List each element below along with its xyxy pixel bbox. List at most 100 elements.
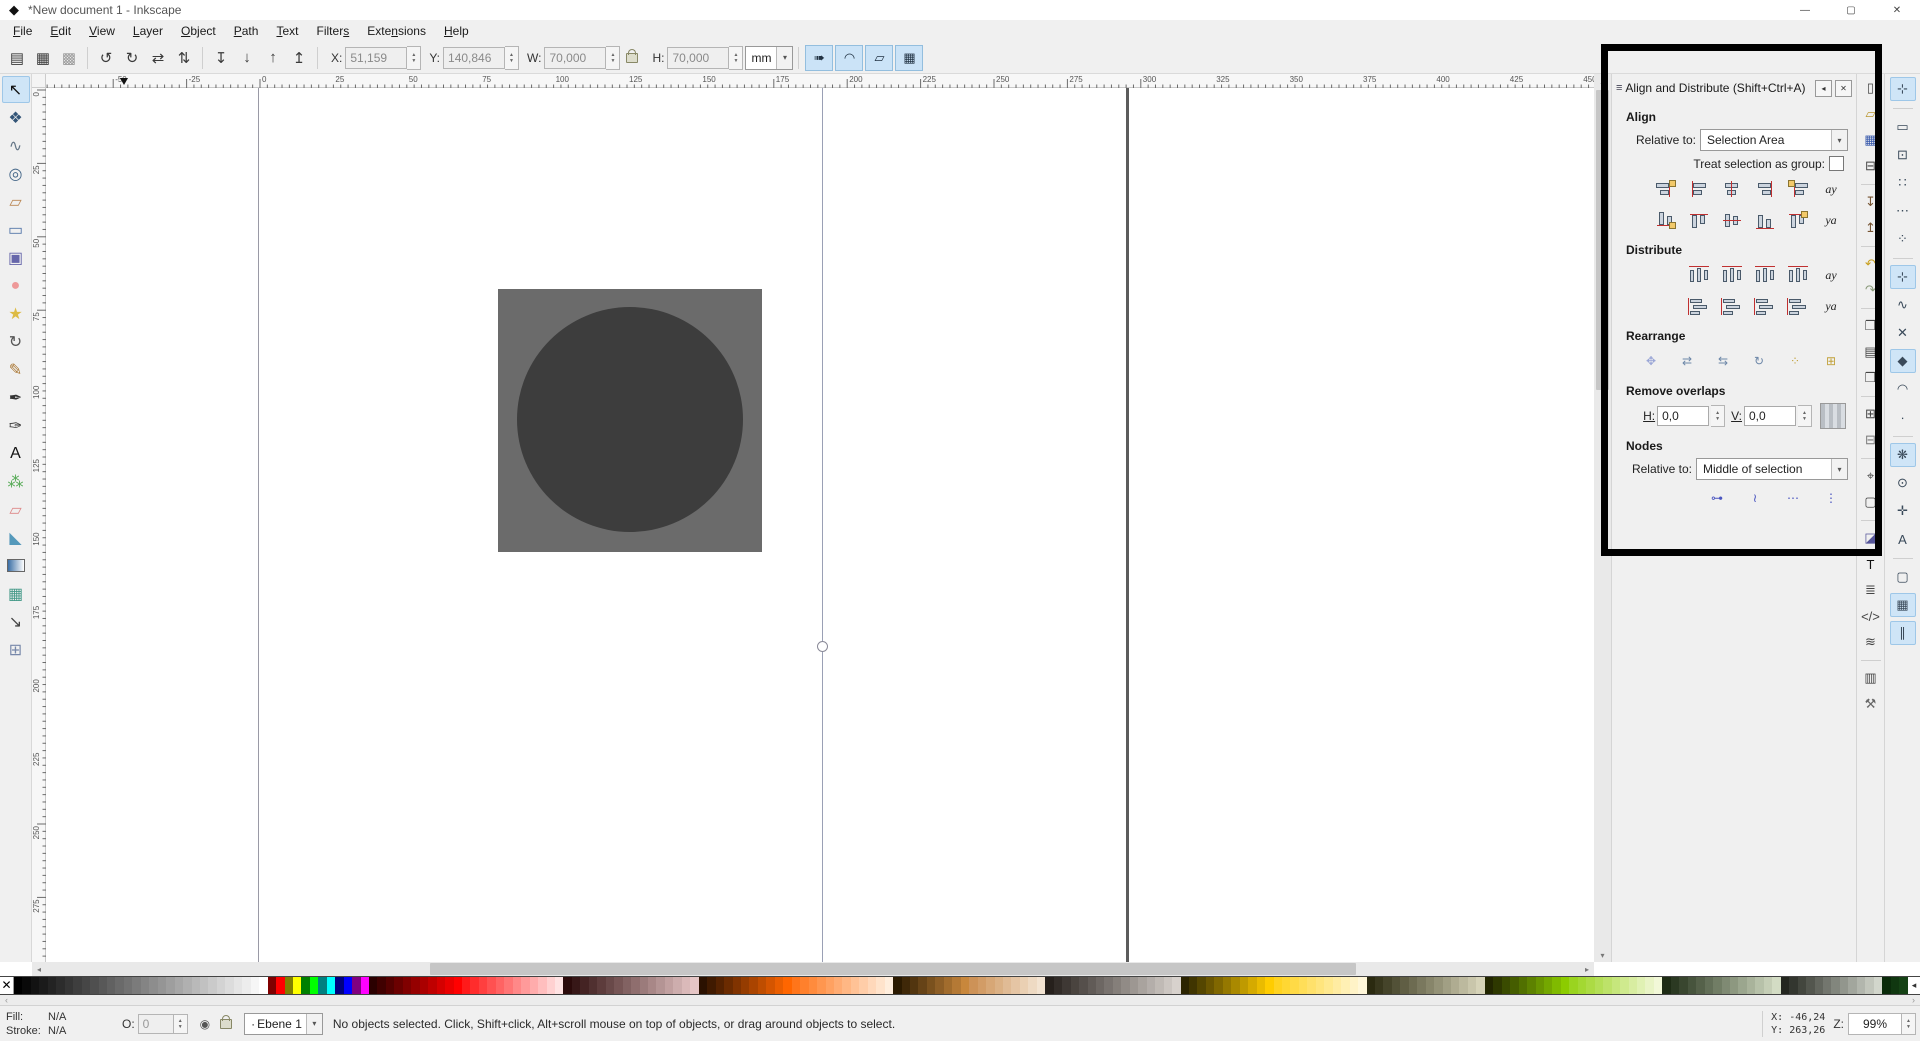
overlaps-v-spinner[interactable] — [1798, 405, 1812, 427]
palette-swatch[interactable] — [1053, 977, 1063, 994]
menu-view[interactable]: View — [80, 21, 124, 41]
align-bottom-to-top-anchor[interactable] — [1651, 207, 1681, 233]
align-left-to-right-anchor[interactable] — [1783, 176, 1813, 202]
rectangle-tool[interactable]: ▭ — [2, 216, 30, 243]
palette-swatch[interactable] — [436, 977, 446, 994]
palette-swatch[interactable] — [1222, 977, 1232, 994]
palette-swatch[interactable] — [833, 977, 843, 994]
palette-swatch[interactable] — [242, 977, 251, 994]
horizontal-ruler[interactable]: -50-250255075100125150175200225250275300… — [46, 74, 1597, 88]
palette-swatch[interactable] — [428, 977, 437, 994]
calligraphy-tool[interactable]: ✑ — [2, 412, 30, 439]
palette-swatch[interactable] — [1265, 977, 1274, 994]
connector-tool[interactable]: ⊞ — [2, 636, 30, 663]
palette-swatch[interactable] — [166, 977, 175, 994]
palette-swatch[interactable] — [309, 977, 319, 994]
raise-icon[interactable]: ↑ — [260, 45, 286, 71]
flip-horizontal-icon[interactable]: ⇄ — [145, 45, 171, 71]
zoom-spinner[interactable] — [1902, 1012, 1916, 1035]
palette-swatch[interactable] — [1146, 977, 1156, 994]
palette-swatch[interactable] — [1205, 977, 1215, 994]
palette-swatch[interactable] — [1789, 977, 1798, 994]
palette-swatch[interactable] — [1451, 977, 1460, 994]
palette-swatch[interactable] — [1628, 977, 1637, 994]
palette-swatch[interactable] — [1679, 977, 1688, 994]
snap-cusp-nodes-icon[interactable]: ◆ — [1889, 349, 1916, 373]
palette-swatch[interactable] — [529, 977, 539, 994]
palette-swatch[interactable] — [470, 977, 479, 994]
save-icon[interactable]: ▦ — [1860, 129, 1882, 151]
palette-swatch[interactable] — [1062, 977, 1071, 994]
stroke-value[interactable]: N/A — [48, 1024, 108, 1038]
palette-swatch[interactable] — [1019, 977, 1029, 994]
palette-swatch[interactable] — [1180, 977, 1189, 994]
palette-swatch[interactable] — [1096, 977, 1105, 994]
palette-swatch[interactable] — [1332, 977, 1342, 994]
menu-filters[interactable]: Filters — [307, 21, 358, 41]
print-icon[interactable]: ⊟ — [1860, 155, 1882, 177]
menu-extensions[interactable]: Extensions — [358, 21, 435, 41]
palette-swatch[interactable] — [1577, 977, 1587, 994]
palette-swatch[interactable] — [1129, 977, 1139, 994]
palette-swatch[interactable] — [766, 977, 775, 994]
maximize-button[interactable]: ▢ — [1828, 0, 1874, 20]
text-anchor-vertical[interactable]: ya — [1816, 207, 1846, 233]
palette-swatch[interactable] — [343, 977, 353, 994]
layers-icon[interactable]: ≣ — [1860, 579, 1882, 601]
distribute-vertical-gaps[interactable] — [1783, 293, 1813, 319]
palette-swatch[interactable] — [910, 977, 919, 994]
open-document-icon[interactable]: ▱ — [1860, 103, 1882, 125]
palette-swatch[interactable] — [1273, 977, 1282, 994]
palette-swatch[interactable] — [73, 977, 82, 994]
snap-page-border-icon[interactable]: ▢ — [1890, 565, 1916, 589]
palette-swatch[interactable] — [1341, 977, 1350, 994]
palette-swatch[interactable] — [1814, 977, 1823, 994]
palette-swatch[interactable] — [1298, 977, 1308, 994]
palette-swatch[interactable] — [647, 977, 657, 994]
lock-ratio-icon[interactable] — [626, 48, 639, 63]
palette-swatch[interactable] — [267, 977, 277, 994]
palette-swatch[interactable] — [1527, 977, 1536, 994]
palette-swatch[interactable] — [783, 977, 792, 994]
palette-swatch[interactable] — [555, 977, 564, 994]
palette-swatch[interactable] — [1028, 977, 1037, 994]
palette-swatch[interactable] — [1653, 977, 1663, 994]
palette-swatch[interactable] — [1155, 977, 1164, 994]
palette-swatch[interactable] — [487, 977, 496, 994]
palette-swatch[interactable] — [1045, 977, 1054, 994]
x-field[interactable]: 51,159 — [345, 46, 408, 69]
palette-swatch[interactable] — [588, 977, 598, 994]
overlaps-h-spinner[interactable] — [1711, 405, 1726, 427]
palette-swatch[interactable] — [1645, 977, 1654, 994]
align-top-edges[interactable] — [1684, 207, 1714, 233]
palette-swatch[interactable] — [318, 977, 327, 994]
v-scrollbar-thumb[interactable] — [1596, 90, 1609, 390]
palette-swatch[interactable] — [1172, 977, 1181, 994]
distribute-bottom-edges[interactable] — [1750, 293, 1780, 319]
palette-swatch[interactable] — [301, 977, 310, 994]
align-left-edges[interactable] — [1684, 176, 1714, 202]
palette-swatch[interactable] — [183, 977, 192, 994]
palette-swatch[interactable] — [1036, 977, 1046, 994]
palette-swatch[interactable] — [943, 977, 953, 994]
align-top-to-bottom-anchor[interactable] — [1783, 207, 1813, 233]
node-tool[interactable]: ❖ — [2, 104, 30, 131]
palette-swatch[interactable] — [1738, 977, 1747, 994]
palette-scroll-left-icon[interactable]: ‹ — [5, 995, 8, 1005]
palette-swatch[interactable] — [876, 977, 885, 994]
guide-anchor[interactable] — [817, 641, 828, 652]
palette-swatch[interactable] — [1569, 977, 1578, 994]
palette-swatch[interactable] — [453, 977, 463, 994]
palette-swatch[interactable] — [757, 977, 767, 994]
palette-swatch[interactable] — [1400, 977, 1409, 994]
palette-swatch[interactable] — [149, 977, 158, 994]
randomize-centers[interactable]: ⁘ — [1780, 348, 1810, 374]
box3d-tool[interactable]: ▣ — [2, 244, 30, 271]
palette-swatch[interactable] — [749, 977, 758, 994]
menu-text[interactable]: Text — [267, 21, 307, 41]
palette-swatch[interactable] — [174, 977, 184, 994]
align-bottom-edges[interactable] — [1750, 207, 1780, 233]
palette-swatch[interactable] — [478, 977, 488, 994]
palette-swatch[interactable] — [352, 977, 361, 994]
rotate-ccw-icon[interactable]: ↺ — [93, 45, 119, 71]
